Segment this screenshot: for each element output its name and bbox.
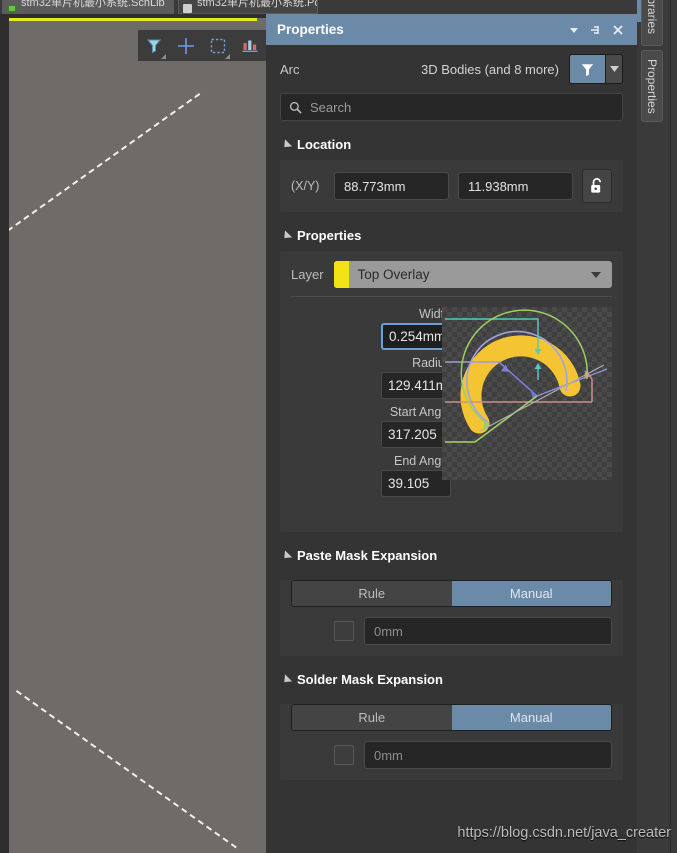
solder-mask-group: Rule Manual 0mm bbox=[280, 704, 623, 780]
solder-mask-rule-button[interactable]: Rule bbox=[292, 705, 452, 730]
dropdown-corner-icon bbox=[161, 53, 166, 59]
document-tab-strip: stm32单片机最小系统.SchLib stm32单片机最小系统.PcbLib bbox=[0, 0, 677, 14]
guide-dashed-line bbox=[9, 92, 201, 232]
location-y-input[interactable]: 11.938mm bbox=[458, 172, 573, 200]
location-row: (X/Y) 88.773mm 11.938mm bbox=[280, 160, 623, 212]
dropdown-corner-icon bbox=[225, 53, 230, 59]
object-filter-button[interactable] bbox=[569, 54, 605, 84]
object-row: Arc 3D Bodies (and 8 more) bbox=[266, 45, 637, 93]
paste-mask-checkbox[interactable] bbox=[334, 621, 354, 641]
layer-value: Top Overlay bbox=[357, 267, 430, 282]
chip-icon bbox=[7, 5, 17, 12]
paste-mask-segmented-control: Rule Manual bbox=[291, 580, 612, 607]
arc-diagram bbox=[442, 307, 612, 480]
collapse-triangle-icon bbox=[280, 138, 293, 151]
paste-mask-rule-button[interactable]: Rule bbox=[292, 581, 452, 606]
arc-parameters-area: Width 0.254mm Radius 129.411mm Start Ang… bbox=[280, 297, 623, 532]
panel-menu-icon[interactable] bbox=[563, 20, 585, 40]
object-type-label: Arc bbox=[280, 61, 300, 77]
width-input[interactable]: 0.254mm bbox=[381, 323, 451, 350]
location-x-input[interactable]: 88.773mm bbox=[334, 172, 449, 200]
paste-mask-group: Rule Manual 0mm bbox=[280, 580, 623, 656]
layer-select[interactable]: Top Overlay bbox=[333, 261, 612, 288]
filter-icon[interactable] bbox=[141, 33, 167, 59]
app-root: stm32单片机最小系统.SchLib stm32单片机最小系统.PcbLib bbox=[0, 0, 677, 853]
rail-tab-properties[interactable]: Properties bbox=[641, 50, 663, 122]
collapse-triangle-icon bbox=[280, 549, 293, 562]
section-title: Location bbox=[297, 137, 352, 152]
arc-fields-column: Width 0.254mm Radius 129.411mm Start Ang… bbox=[291, 307, 451, 503]
search-icon bbox=[289, 101, 302, 114]
section-header-solder-mask[interactable]: Solder Mask Expansion bbox=[266, 656, 637, 695]
solder-mask-manual-button[interactable]: Manual bbox=[451, 705, 611, 730]
search-placeholder: Search bbox=[310, 99, 352, 115]
location-axis-label: (X/Y) bbox=[291, 179, 320, 193]
search-input[interactable]: Search bbox=[280, 93, 623, 121]
start-angle-input[interactable]: 317.205 bbox=[381, 421, 451, 448]
properties-panel: Properties Arc 3D Bodies (and 8 more) Se… bbox=[266, 14, 637, 853]
rail-tab-libraries[interactable]: Libraries bbox=[641, 0, 663, 46]
object-scope-label: 3D Bodies (and 8 more) bbox=[420, 61, 559, 77]
paste-mask-value-row: 0mm bbox=[280, 607, 623, 656]
document-tab-label: stm32单片机最小系统.PcbLib bbox=[197, 0, 317, 9]
board-outline-top bbox=[9, 18, 257, 21]
solder-mask-value-row: 0mm bbox=[280, 731, 623, 780]
chart-icon[interactable] bbox=[237, 33, 263, 59]
section-title: Properties bbox=[297, 228, 362, 243]
section-header-location[interactable]: Location bbox=[266, 121, 637, 160]
paste-mask-manual-button[interactable]: Manual bbox=[451, 581, 611, 606]
canvas-surface[interactable] bbox=[9, 18, 266, 853]
location-group: (X/Y) 88.773mm 11.938mm bbox=[280, 160, 623, 212]
layer-label: Layer bbox=[291, 267, 324, 282]
section-header-paste-mask[interactable]: Paste Mask Expansion bbox=[266, 532, 637, 571]
rail-tab-label: Libraries bbox=[645, 0, 659, 35]
paste-mask-input[interactable]: 0mm bbox=[364, 617, 612, 645]
rail-divider bbox=[670, 0, 671, 853]
close-icon[interactable] bbox=[607, 20, 629, 40]
section-title: Paste Mask Expansion bbox=[297, 548, 438, 563]
document-tab-label: stm32单片机最小系统.SchLib bbox=[21, 0, 165, 9]
properties-group: Layer Top Overlay Width 0.254mm Radius 1… bbox=[280, 251, 623, 532]
document-tab-pcblib[interactable]: stm32单片机最小系统.PcbLib bbox=[178, 0, 318, 14]
section-title: Solder Mask Expansion bbox=[297, 672, 443, 687]
section-header-properties[interactable]: Properties bbox=[266, 212, 637, 251]
document-tab-schlib[interactable]: stm32单片机最小系统.SchLib bbox=[2, 0, 174, 14]
solder-mask-input[interactable]: 0mm bbox=[364, 741, 612, 769]
solder-mask-segmented-control: Rule Manual bbox=[291, 704, 612, 731]
page-icon bbox=[183, 4, 192, 13]
pin-icon[interactable] bbox=[585, 20, 607, 40]
solder-mask-checkbox[interactable] bbox=[334, 745, 354, 765]
chevron-down-icon bbox=[591, 271, 601, 278]
panel-body: Arc 3D Bodies (and 8 more) Search Locati… bbox=[266, 45, 637, 780]
object-filter-dropdown[interactable] bbox=[605, 54, 623, 84]
collapse-triangle-icon bbox=[280, 229, 293, 242]
collapse-triangle-icon bbox=[280, 673, 293, 686]
search-wrapper: Search bbox=[266, 93, 637, 121]
panel-rail: Libraries Properties bbox=[637, 0, 677, 853]
rail-tab-label: Properties bbox=[645, 58, 659, 114]
panel-title-label: Properties bbox=[277, 22, 344, 37]
pcb-canvas[interactable] bbox=[0, 14, 266, 853]
unlock-icon[interactable] bbox=[582, 169, 612, 203]
watermark: https://blog.csdn.net/java_creater bbox=[457, 825, 671, 841]
layer-row: Layer Top Overlay bbox=[280, 251, 623, 296]
layer-color-swatch bbox=[333, 261, 349, 288]
canvas-toolbar bbox=[138, 30, 266, 61]
selection-box-icon[interactable] bbox=[205, 33, 231, 59]
guide-dashed-line bbox=[15, 690, 237, 849]
radius-input[interactable]: 129.411mm bbox=[381, 372, 451, 399]
end-angle-input[interactable]: 39.105 bbox=[381, 470, 451, 497]
crosshair-icon[interactable] bbox=[173, 33, 199, 59]
panel-title-bar: Properties bbox=[266, 14, 637, 45]
